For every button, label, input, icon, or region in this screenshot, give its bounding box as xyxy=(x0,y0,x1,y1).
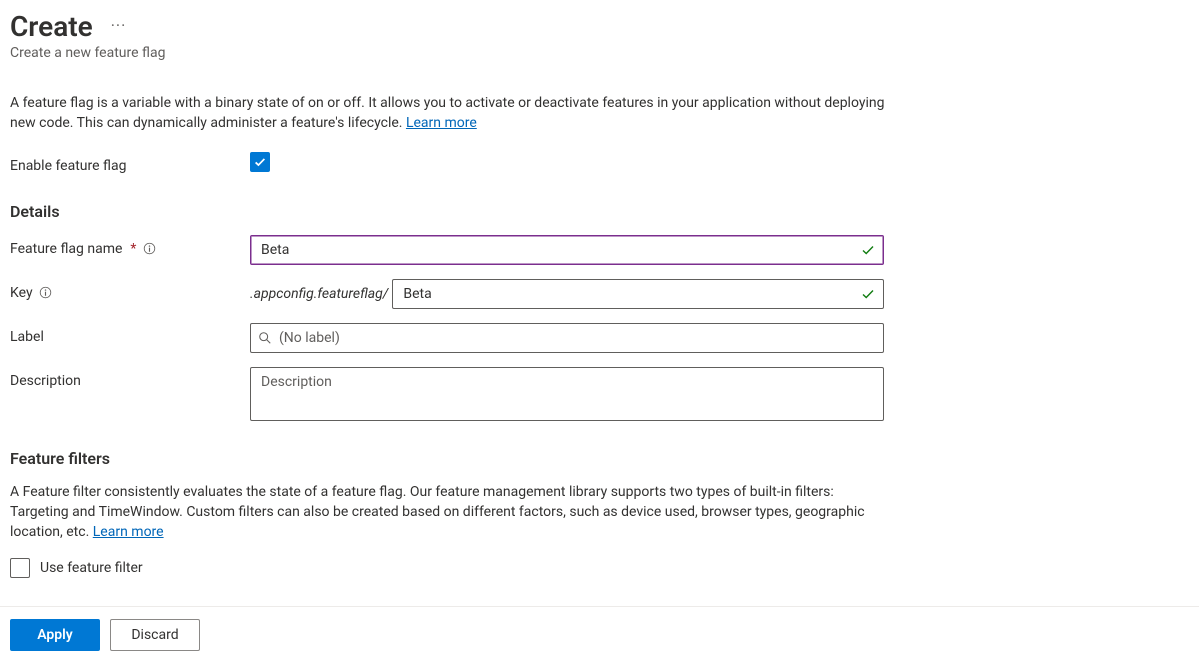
filters-text: A Feature filter consistently evaluates … xyxy=(10,482,890,543)
name-label: Feature flag name xyxy=(10,241,122,257)
discard-button[interactable]: Discard xyxy=(110,619,200,651)
apply-button[interactable]: Apply xyxy=(10,619,100,651)
filters-heading: Feature filters xyxy=(10,449,1189,468)
key-input[interactable] xyxy=(392,279,884,309)
intro-learn-more-link[interactable]: Learn more xyxy=(406,115,477,131)
key-prefix: .appconfig.featureflag/ xyxy=(250,286,388,302)
name-input[interactable] xyxy=(250,235,884,265)
details-heading: Details xyxy=(10,202,1189,221)
page-title: Create xyxy=(10,10,93,43)
valid-check-icon xyxy=(860,286,876,302)
search-icon xyxy=(258,331,272,345)
description-input[interactable] xyxy=(250,367,884,421)
description-label: Description xyxy=(10,373,81,389)
checkmark-icon xyxy=(253,155,267,169)
required-indicator: * xyxy=(130,241,136,257)
enable-label: Enable feature flag xyxy=(10,158,126,174)
valid-check-icon xyxy=(860,242,876,258)
label-label: Label xyxy=(10,329,44,345)
key-label: Key xyxy=(10,285,33,301)
filters-learn-more-link[interactable]: Learn more xyxy=(93,524,164,540)
label-input[interactable] xyxy=(250,323,884,353)
page-subtitle: Create a new feature flag xyxy=(10,45,1189,61)
use-filter-label: Use feature filter xyxy=(40,560,143,576)
info-icon[interactable] xyxy=(142,242,156,256)
footer: Apply Discard xyxy=(0,606,1199,663)
use-filter-checkbox[interactable] xyxy=(10,558,30,578)
more-icon[interactable]: ··· xyxy=(111,18,127,36)
intro-text: A feature flag is a variable with a bina… xyxy=(10,93,890,134)
enable-checkbox[interactable] xyxy=(250,152,270,172)
info-icon[interactable] xyxy=(39,286,53,300)
